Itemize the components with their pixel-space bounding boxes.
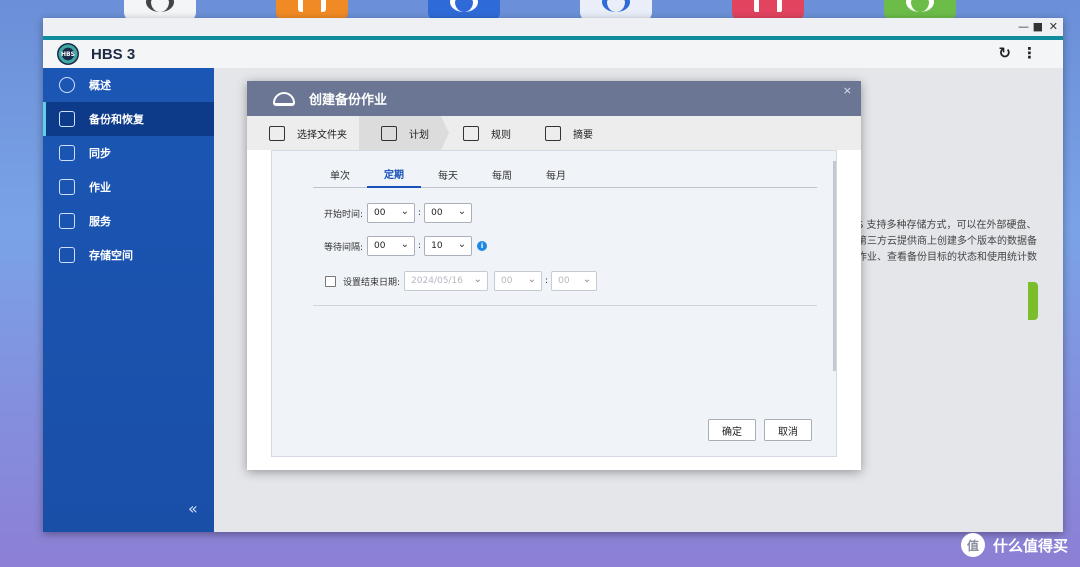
start-time-label: 开始时间: (324, 209, 364, 220)
end-hour-select[interactable]: 00 ⌄ (494, 271, 543, 291)
sidebar-item-jobs[interactable]: 作业 (43, 170, 214, 204)
folder-select-icon (269, 125, 285, 141)
sidebar-item-label: 备份和恢复 (89, 113, 144, 126)
start-minute-select[interactable]: 00 ⌄ (424, 203, 473, 223)
chevron-down-icon: ⌄ (473, 274, 483, 285)
app-header: HBS HBS 3 ↻ ⋮ (43, 40, 1063, 68)
start-hour-select[interactable]: 00 ⌄ (367, 203, 416, 223)
end-date-value: 2024/05/16 (411, 276, 463, 286)
info-icon[interactable]: i (477, 241, 488, 251)
sidebar-item-storage[interactable]: 存储空间 (43, 238, 214, 272)
step-label: 规则 (491, 129, 511, 141)
watermark-logo: 值 (960, 533, 985, 557)
tab-weekly[interactable]: 每周 (475, 161, 529, 188)
schedule-tabs: 单次 定期 每天 每周 每月 (313, 161, 817, 188)
more-options-icon[interactable]: ⋮ (1022, 44, 1037, 62)
start-minute-value: 00 (431, 208, 443, 218)
bg-text-line: 作业、查看备份目标的状态和使用统计数 (857, 252, 1037, 263)
step-label: 选择文件夹 (297, 129, 347, 141)
app-title: HBS 3 (91, 45, 136, 63)
section-divider (313, 305, 817, 306)
sidebar-item-label: 服务 (89, 215, 111, 228)
step-select-folder[interactable]: 选择文件夹 (247, 116, 359, 150)
sidebar-item-backup-restore[interactable]: 备份和恢复 (43, 102, 214, 136)
end-date-checkbox[interactable] (325, 275, 336, 287)
end-date-picker[interactable]: 2024/05/16 ⌄ (404, 271, 489, 291)
bg-text-line: 第三方云提供商上创建多个版本的数据备 (857, 236, 1037, 247)
schedule-panel: 单次 定期 每天 每周 每月 开始时间: 00 ⌄ : 00 ⌄ 等待间隔: 0… (271, 150, 837, 457)
chevron-down-icon: ⌄ (457, 239, 467, 250)
end-minute-value: 00 (558, 276, 570, 286)
sidebar-item-label: 同步 (89, 147, 111, 160)
tab-daily[interactable]: 每天 (421, 161, 475, 188)
create-backup-job-dialog: 创建备份作业 × 选择文件夹 计划 规则 摘要 单次 定期 每天 每周 每月 开… (247, 81, 861, 470)
sync-icon (59, 145, 75, 161)
chevron-down-icon: ⌄ (400, 239, 410, 250)
interval-minute-value: 10 (431, 241, 443, 251)
step-rules[interactable]: 规则 (441, 116, 523, 150)
sidebar: 概述 备份和恢复 同步 作业 服务 存储空间 « (43, 68, 214, 532)
tab-monthly[interactable]: 每月 (529, 161, 583, 188)
tab-periodic[interactable]: 定期 (367, 161, 421, 188)
end-date-row: 设置结束日期: 2024/05/16 ⌄ 00 ⌄ : 00 ⌄ (325, 271, 598, 291)
sidebar-item-overview[interactable]: 概述 (43, 68, 214, 102)
dialog-header: 创建备份作业 × (247, 81, 861, 116)
jobs-icon (59, 179, 75, 195)
interval-hour-select[interactable]: 00 ⌄ (367, 236, 416, 256)
watermark: 值 什么值得买 (960, 533, 1068, 557)
end-date-label: 设置结束日期: (343, 277, 401, 288)
bg-text-line: S 支持多种存储方式，可以在外部硬盘、 (857, 220, 1037, 231)
services-icon (59, 213, 75, 229)
chevron-down-icon: ⌄ (582, 274, 592, 285)
step-label: 摘要 (573, 129, 593, 141)
start-time-row: 开始时间: 00 ⌄ : 00 ⌄ (324, 203, 473, 223)
dialog-title: 创建备份作业 (309, 93, 388, 108)
backup-restore-icon (59, 111, 75, 127)
interval-row: 等待间隔: 00 ⌄ : 10 ⌄ i (324, 236, 488, 256)
chevron-down-icon: ⌄ (527, 274, 537, 285)
interval-label: 等待间隔: (324, 242, 364, 253)
confirm-button[interactable]: 确定 (708, 419, 756, 441)
end-minute-select[interactable]: 00 ⌄ (551, 271, 598, 291)
dashboard-icon (59, 77, 75, 93)
time-separator: : (545, 276, 549, 286)
step-schedule[interactable]: 计划 (359, 116, 449, 150)
start-hour-value: 00 (374, 208, 386, 218)
step-label: 计划 (409, 129, 429, 141)
watermark-text: 什么值得买 (992, 536, 1068, 555)
refresh-icon[interactable]: ↻ (998, 44, 1011, 62)
step-summary[interactable]: 摘要 (523, 116, 605, 150)
sidebar-item-services[interactable]: 服务 (43, 204, 214, 238)
scrollbar[interactable] (833, 161, 836, 371)
minimize-button[interactable]: — (1018, 20, 1029, 33)
sidebar-item-label: 作业 (89, 181, 111, 194)
chevron-down-icon: ⌄ (457, 206, 467, 217)
wizard-steps: 选择文件夹 计划 规则 摘要 (247, 116, 861, 150)
chevron-down-icon: ⌄ (400, 206, 410, 217)
step-arrow (441, 116, 449, 150)
sliders-icon (463, 125, 479, 141)
interval-minute-select[interactable]: 10 ⌄ (424, 236, 473, 256)
calendar-icon (381, 125, 397, 141)
collapse-sidebar-icon[interactable]: « (188, 499, 198, 518)
backup-job-icon (273, 91, 295, 106)
cancel-button[interactable]: 取消 (764, 419, 812, 441)
time-separator: : (418, 241, 422, 251)
close-window-button[interactable]: ✕ (1049, 20, 1058, 33)
sidebar-item-label: 存储空间 (89, 249, 133, 262)
maximize-button[interactable]: ■ (1033, 20, 1043, 33)
sidebar-item-label: 概述 (89, 79, 111, 92)
time-separator: : (418, 208, 422, 218)
background-description: S 支持多种存储方式，可以在外部硬盘、 第三方云提供商上创建多个版本的数据备 作… (857, 218, 1077, 266)
close-icon[interactable]: × (843, 84, 852, 97)
tab-once[interactable]: 单次 (313, 161, 367, 188)
interval-hour-value: 00 (374, 241, 386, 251)
clipboard-icon (545, 125, 561, 141)
sidebar-item-sync[interactable]: 同步 (43, 136, 214, 170)
hbs-logo-icon: HBS (57, 43, 79, 65)
window-title-strip: — ■ ✕ (43, 18, 1063, 36)
storage-icon (59, 247, 75, 263)
background-action-button[interactable] (1028, 282, 1038, 320)
end-hour-value: 00 (501, 276, 513, 286)
